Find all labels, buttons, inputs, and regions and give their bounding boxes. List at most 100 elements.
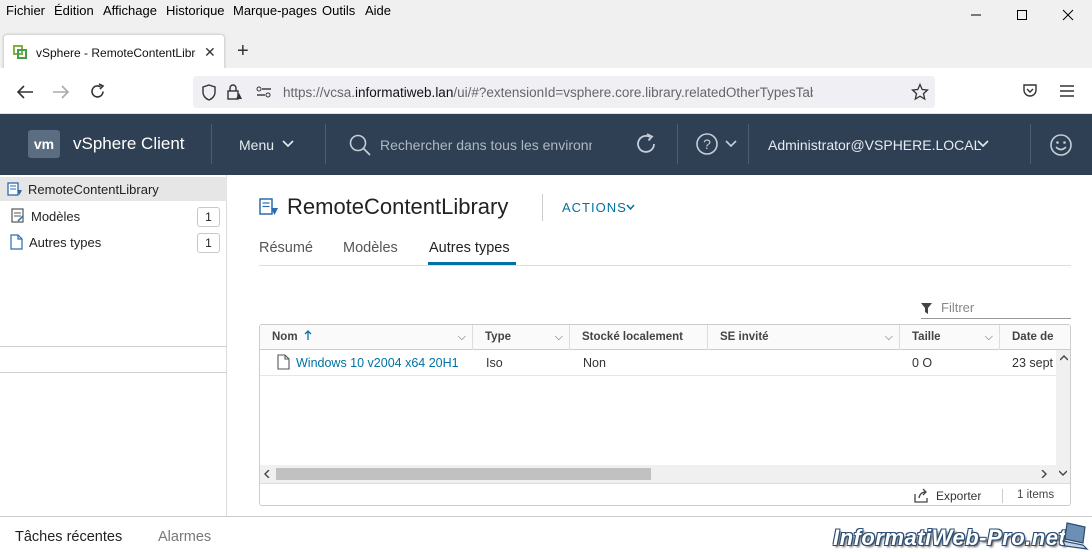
pane-divider[interactable] <box>0 346 227 347</box>
column-label: Date de <box>1012 331 1054 343</box>
menu-aide[interactable]: Aide <box>365 3 391 18</box>
tab-recent-tasks[interactable]: Tâches récentes <box>15 529 122 545</box>
main-content: RemoteContentLibrary ACTIONS Résumé Modè… <box>228 175 1092 516</box>
header-divider <box>325 124 326 164</box>
browser-tab[interactable]: vSphere - RemoteContentLibrar ✕ <box>3 34 225 70</box>
chevron-down-icon[interactable]: ⌵ <box>985 325 993 350</box>
vsphere-favicon-icon <box>13 45 27 59</box>
tabs-baseline <box>259 265 1071 266</box>
grid-footer: Exporter 1 items <box>260 483 1070 505</box>
scroll-down-icon[interactable] <box>1059 470 1067 476</box>
shield-icon[interactable] <box>201 84 217 101</box>
column-label: Taille <box>912 331 941 343</box>
tab-strip: vSphere - RemoteContentLibrar ✕ + <box>0 22 1092 70</box>
new-tab-button[interactable]: + <box>237 40 249 63</box>
watermark-logo: InformatiWeb-Pro.net <box>833 525 1067 550</box>
chevron-down-icon[interactable]: ⌵ <box>458 325 466 350</box>
active-tab-indicator <box>428 262 516 265</box>
count-badge: 1 <box>197 233 220 253</box>
svg-text:?: ? <box>703 136 711 152</box>
actions-label[interactable]: ACTIONS <box>562 200 627 215</box>
column-header-taille[interactable]: Taille ⌵ <box>900 325 1000 350</box>
data-grid: Nom ⌵ Type ⌵ Stocké localement SE invité… <box>259 324 1071 506</box>
tab-autres-types[interactable]: Autres types <box>429 240 510 256</box>
url-text: https://vcsa.informatiweb.lan/ui/#?exten… <box>283 85 813 100</box>
item-date: 23 sept <box>1012 356 1054 370</box>
refresh-icon[interactable] <box>634 132 658 156</box>
tab-close-icon[interactable]: ✕ <box>204 44 216 61</box>
sidebar-item-modeles[interactable]: Modèles 1 <box>0 203 227 229</box>
menu-historique[interactable]: Historique <box>166 3 225 18</box>
bookmark-star-icon[interactable] <box>911 83 929 101</box>
scroll-left-icon[interactable] <box>264 470 270 478</box>
global-search-input[interactable]: Rechercher dans tous les environn <box>380 137 592 153</box>
lock-warning-icon[interactable] <box>226 83 242 101</box>
header-divider <box>748 124 749 164</box>
sidebar-item-autres-types[interactable]: Autres types 1 <box>0 230 227 256</box>
scrollbar-thumb[interactable] <box>276 468 651 480</box>
item-stored-locally: Non <box>583 356 606 370</box>
tab-modeles[interactable]: Modèles <box>343 240 398 256</box>
user-menu[interactable]: Administrator@VSPHERE.LOCAL <box>768 137 981 153</box>
tab-title: vSphere - RemoteContentLibrar <box>36 46 196 60</box>
vsphere-header: vm vSphere Client Menu Rechercher dans t… <box>0 114 1092 175</box>
export-icon <box>914 488 928 503</box>
column-header-date[interactable]: Date de <box>1000 325 1070 350</box>
tab-alarms[interactable]: Alarmes <box>158 529 211 545</box>
vertical-scrollbar[interactable] <box>1056 350 1070 465</box>
items-count: 1 items <box>1017 489 1055 501</box>
item-name-link[interactable]: Windows 10 v2004 x64 20H1 <box>296 352 459 374</box>
pocket-icon[interactable] <box>1022 83 1038 99</box>
chevron-down-icon <box>626 204 635 211</box>
scroll-right-icon[interactable] <box>1041 470 1047 478</box>
help-icon[interactable]: ? <box>695 132 719 156</box>
tree-root-label: RemoteContentLibrary <box>28 182 159 197</box>
chevron-down-icon <box>282 140 294 148</box>
filter-input[interactable]: Filtrer <box>921 299 1071 319</box>
sidebar-item-label: Modèles <box>31 209 81 224</box>
inventory-tree: RemoteContentLibrary Modèles 1 Autres ty… <box>0 175 227 516</box>
chevron-down-icon <box>977 140 989 148</box>
scroll-up-icon[interactable] <box>1060 355 1068 361</box>
tree-root-library[interactable]: RemoteContentLibrary <box>0 177 227 201</box>
tab-resume[interactable]: Résumé <box>259 240 313 256</box>
column-header-se-invite[interactable]: SE invité ⌵ <box>708 325 900 350</box>
page-permissions-icon[interactable] <box>256 86 272 98</box>
bottom-panel: Tâches récentes Alarmes InformatiWeb-Pro… <box>0 516 1092 552</box>
vm-logo[interactable]: vm <box>28 130 60 158</box>
column-header-nom[interactable]: Nom ⌵ <box>260 325 473 350</box>
search-icon[interactable] <box>349 134 371 156</box>
file-icon <box>277 354 290 370</box>
page-title: RemoteContentLibrary <box>287 194 509 219</box>
smiley-feedback-icon[interactable] <box>1049 133 1073 157</box>
minimize-icon <box>971 14 981 16</box>
menu-marque-pages[interactable]: Marque-pages <box>233 3 317 18</box>
close-icon <box>1062 9 1074 21</box>
menu-fichier[interactable]: Fichier <box>6 3 45 18</box>
menu-button-label[interactable]: Menu <box>239 137 274 153</box>
chevron-down-icon[interactable]: ⌵ <box>555 325 563 350</box>
url-bar[interactable]: https://vcsa.informatiweb.lan/ui/#?exten… <box>193 76 935 108</box>
filter-placeholder: Filtrer <box>941 300 975 315</box>
browser-menu-bar: Fichier Édition Affichage Historique Mar… <box>0 0 1092 22</box>
forward-icon[interactable] <box>52 84 70 100</box>
item-type: Iso <box>486 356 503 370</box>
header-divider <box>677 124 678 164</box>
chevron-down-icon[interactable]: ⌵ <box>885 325 893 350</box>
item-size: 0 O <box>912 356 933 370</box>
horizontal-scrollbar[interactable] <box>260 465 1070 483</box>
column-header-type[interactable]: Type ⌵ <box>473 325 570 350</box>
app-title[interactable]: vSphere Client <box>73 134 185 154</box>
hamburger-menu-icon[interactable] <box>1059 84 1075 98</box>
menu-edition[interactable]: Édition <box>54 3 94 18</box>
pane-divider <box>0 372 227 373</box>
menu-affichage[interactable]: Affichage <box>103 3 157 18</box>
column-header-stocke[interactable]: Stocké localement <box>570 325 708 350</box>
menu-outils[interactable]: Outils <box>322 3 355 18</box>
file-icon <box>10 234 23 250</box>
filter-icon <box>921 303 932 314</box>
reload-icon[interactable] <box>89 83 106 100</box>
back-icon[interactable] <box>16 84 34 100</box>
chevron-down-icon[interactable] <box>725 140 737 149</box>
sort-ascending-icon <box>304 330 312 340</box>
